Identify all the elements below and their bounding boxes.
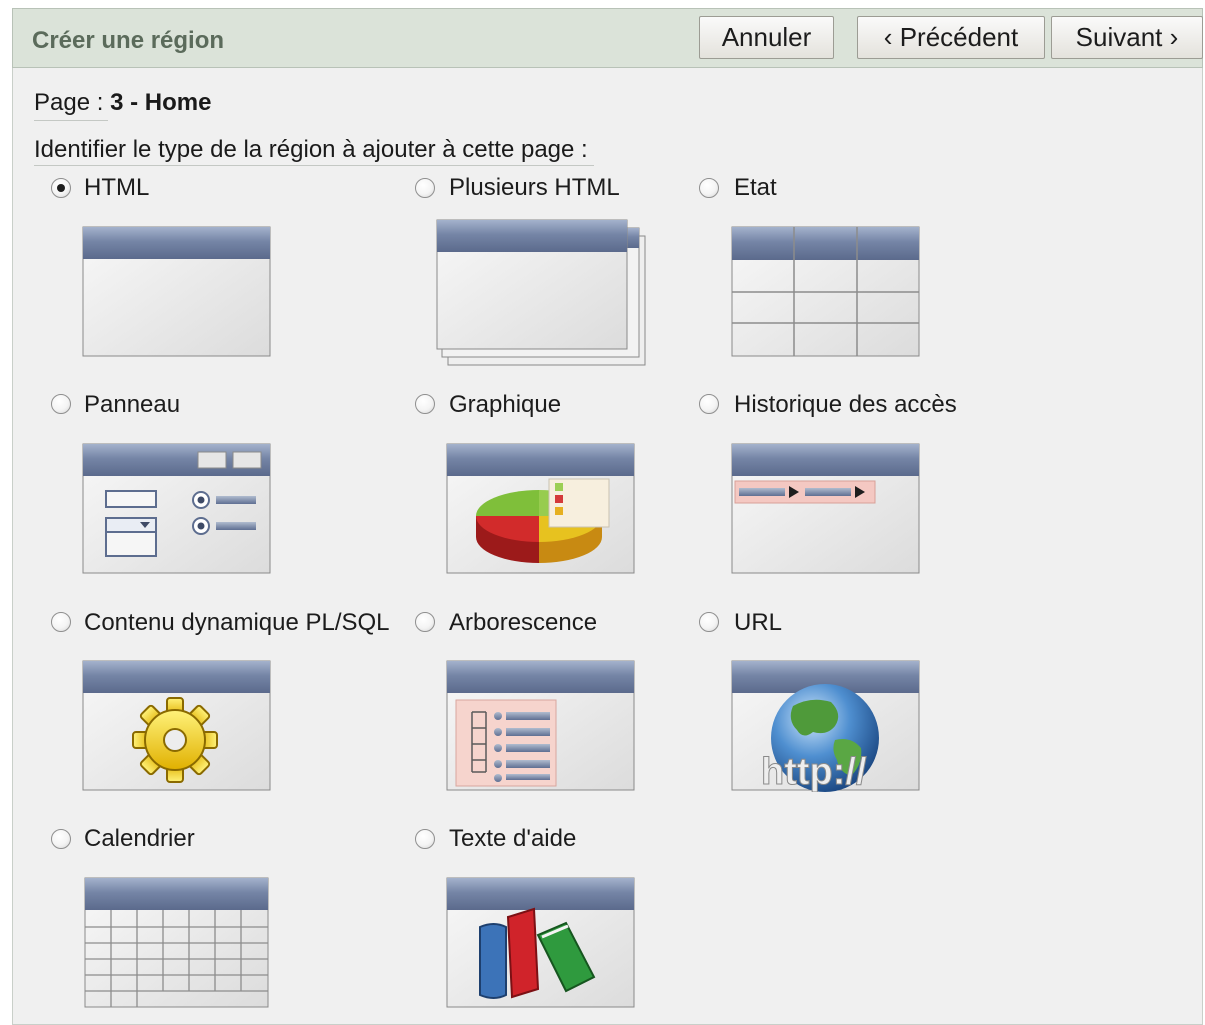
radio-report[interactable] <box>699 178 719 198</box>
breadcrumb-history-region-icon[interactable] <box>731 443 921 575</box>
option-label-calendar: Calendrier <box>84 825 195 852</box>
url-thumbnail-text: http:// <box>761 751 867 792</box>
option-label-plsql: Contenu dynamique PL/SQL <box>84 609 390 636</box>
option-label-url: URL <box>734 609 783 636</box>
option-label-panel: Panneau <box>84 391 181 418</box>
page-info: Page : 3 - Home <box>34 89 211 117</box>
gear-region-icon[interactable] <box>82 660 272 792</box>
wizard-title: Créer une région <box>32 27 225 54</box>
radio-url[interactable] <box>699 612 719 632</box>
form-panel-region-icon[interactable] <box>82 443 272 575</box>
radio-chart[interactable] <box>415 394 435 414</box>
radio-tree[interactable] <box>415 612 435 632</box>
globe-url-region-icon[interactable]: http:// <box>731 660 921 792</box>
cancel-button-label: Annuler <box>721 22 812 52</box>
radio-multiple-html[interactable] <box>415 178 435 198</box>
pie-chart-region-icon[interactable] <box>446 443 636 575</box>
page-info-label: Page : <box>34 89 104 116</box>
option-label-html: HTML <box>84 174 150 201</box>
option-label-chart: Graphique <box>449 391 562 418</box>
radio-html[interactable] <box>51 178 71 198</box>
tree-region-icon[interactable] <box>446 660 636 792</box>
page-info-value: 3 - Home <box>110 89 212 116</box>
option-label-breadcrumb: Historique des accès <box>734 391 957 418</box>
divider <box>34 165 594 166</box>
multiple-html-region-icon[interactable] <box>436 218 648 368</box>
chevron-left-icon: ‹ <box>883 22 893 52</box>
previous-button[interactable]: ‹ Précédent <box>857 16 1045 59</box>
instruction-text: Identifier le type de la région à ajoute… <box>34 136 588 163</box>
option-label-multiple-html: Plusieurs HTML <box>449 174 620 201</box>
report-region-icon[interactable] <box>731 226 921 358</box>
option-label-tree: Arborescence <box>449 609 598 636</box>
html-region-icon[interactable] <box>82 226 272 358</box>
books-help-region-icon[interactable] <box>446 877 636 1009</box>
radio-calendar[interactable] <box>51 829 71 849</box>
option-label-report: Etat <box>734 174 777 201</box>
next-button[interactable]: Suivant › <box>1051 16 1203 59</box>
divider <box>34 120 108 121</box>
option-label-help-text: Texte d'aide <box>449 825 577 852</box>
previous-button-label: Précédent <box>899 22 1019 52</box>
calendar-region-icon[interactable] <box>82 877 272 1009</box>
chevron-right-icon: › <box>1169 22 1179 52</box>
next-button-label: Suivant <box>1075 22 1163 52</box>
radio-plsql[interactable] <box>51 612 71 632</box>
cancel-button[interactable]: Annuler <box>699 16 834 59</box>
radio-breadcrumb[interactable] <box>699 394 719 414</box>
radio-panel[interactable] <box>51 394 71 414</box>
radio-help-text[interactable] <box>415 829 435 849</box>
